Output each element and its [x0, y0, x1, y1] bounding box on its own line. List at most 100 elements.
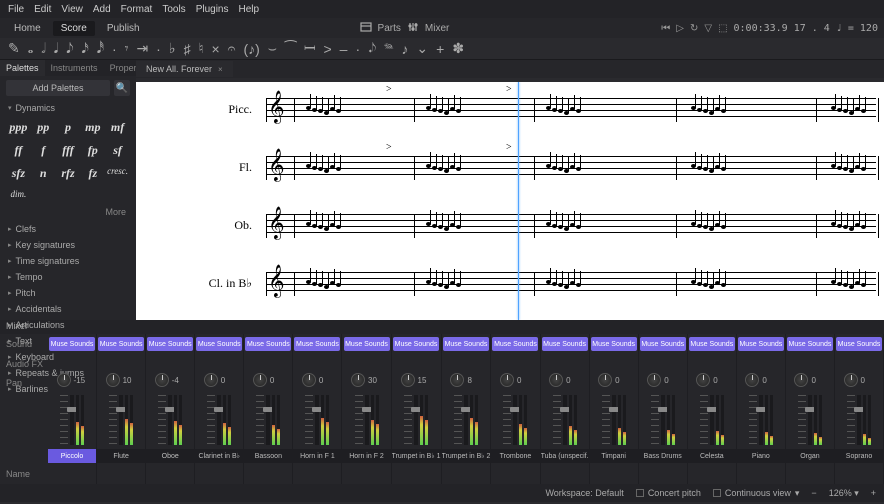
fader[interactable] — [414, 395, 418, 445]
sound-slot[interactable]: Muse Sounds — [542, 337, 588, 351]
dot-icon[interactable]: · — [156, 41, 161, 57]
strip-name[interactable]: Trumpet in B♭ 2 — [442, 449, 491, 463]
sound-slot[interactable]: Muse Sounds — [245, 337, 291, 351]
staff-row[interactable]: Picc.𝄞>> — [136, 88, 884, 132]
note-eighth[interactable]: 𝅘𝅥𝅮 — [66, 40, 73, 57]
strip-name[interactable]: Tuba (unspecif. — [541, 449, 589, 463]
pan-control[interactable]: 0 — [696, 369, 727, 391]
note-group[interactable] — [691, 210, 726, 242]
sound-slot[interactable]: Muse Sounds — [196, 337, 242, 351]
dyn-fff[interactable]: fff — [56, 139, 81, 162]
palette-dynamics[interactable]: Dynamics — [0, 100, 136, 116]
strip-name[interactable]: Bass Drums — [639, 449, 687, 463]
voice-icon[interactable]: ♪ — [401, 41, 408, 57]
pan-knob[interactable] — [647, 373, 661, 387]
dyn-p[interactable]: p — [56, 116, 81, 139]
record-icon[interactable]: ⬚ — [718, 23, 727, 34]
strip-name[interactable]: Soprano — [835, 449, 883, 463]
dyn-ppp[interactable]: ppp — [6, 116, 31, 139]
mixer-button[interactable]: Mixer — [425, 23, 449, 34]
fader[interactable] — [710, 395, 714, 445]
note-group[interactable] — [546, 94, 581, 126]
sound-slot[interactable]: Muse Sounds — [344, 337, 390, 351]
fader[interactable] — [217, 395, 221, 445]
pan-control[interactable]: 0 — [844, 369, 875, 391]
palette-timesig[interactable]: Time signatures — [0, 253, 136, 269]
dyn-rfz[interactable]: rfz — [56, 162, 81, 185]
pan-knob[interactable] — [351, 373, 365, 387]
strip-name[interactable]: Organ — [786, 449, 834, 463]
note-group[interactable] — [691, 94, 726, 126]
pan-knob[interactable] — [450, 373, 464, 387]
pan-control[interactable]: 0 — [549, 369, 580, 391]
close-icon[interactable]: × — [218, 65, 223, 74]
pan-knob[interactable] — [57, 373, 71, 387]
palette-accidentals[interactable]: Accidentals — [0, 301, 136, 317]
strip-name[interactable]: Trumpet in B♭ 1 — [392, 449, 441, 463]
rest[interactable]: 𝄾 — [125, 40, 129, 57]
note-group[interactable] — [831, 94, 866, 126]
strip-name[interactable]: Bassoon — [244, 449, 292, 463]
pan-knob[interactable] — [549, 373, 563, 387]
sound-slot[interactable]: Muse Sounds — [738, 337, 784, 351]
grace-icon[interactable]: (♪) — [243, 41, 259, 57]
dyn-cresc[interactable]: cresc. — [105, 162, 130, 185]
note-group[interactable] — [306, 152, 341, 184]
rewind-icon[interactable]: ⏮ — [661, 23, 670, 34]
fader[interactable] — [759, 395, 763, 445]
dyn-pp[interactable]: pp — [31, 116, 56, 139]
score-tab[interactable]: New All. Forever × — [136, 61, 233, 77]
pan-knob[interactable] — [253, 373, 267, 387]
sound-slot[interactable]: Muse Sounds — [492, 337, 538, 351]
dyn-f[interactable]: f — [31, 139, 56, 162]
note-group[interactable] — [546, 210, 581, 242]
add-palettes-button[interactable]: Add Palettes — [6, 80, 110, 96]
strip-name[interactable]: Trombone — [491, 449, 539, 463]
note-dot[interactable]: · — [112, 41, 117, 57]
tool-pencil[interactable]: ✎ — [8, 40, 20, 57]
palette-pitch[interactable]: Pitch — [0, 285, 136, 301]
fader[interactable] — [464, 395, 468, 445]
pan-knob[interactable] — [204, 373, 218, 387]
zoom-out-icon[interactable]: − — [811, 488, 816, 498]
staccato-icon[interactable]: · — [355, 41, 360, 57]
sound-slot[interactable]: Muse Sounds — [443, 337, 489, 351]
dyn-dim[interactable]: dim. — [6, 185, 31, 203]
note-whole[interactable]: 𝅝 — [28, 40, 34, 57]
dyn-n[interactable]: n — [31, 162, 56, 185]
fader[interactable] — [70, 395, 74, 445]
sharp-icon[interactable]: ♯ — [183, 41, 190, 57]
note-group[interactable] — [306, 268, 341, 300]
note-group[interactable] — [426, 210, 461, 242]
dynamics-more[interactable]: More — [0, 207, 136, 221]
sound-slot[interactable]: Muse Sounds — [147, 337, 193, 351]
natural-icon[interactable]: ♮ — [198, 40, 203, 57]
fader[interactable] — [808, 395, 812, 445]
pan-control[interactable]: 0 — [598, 369, 629, 391]
zoom-level[interactable]: 126% ▾ — [829, 488, 859, 499]
pan-control[interactable]: 0 — [302, 369, 333, 391]
fader[interactable] — [612, 395, 616, 445]
tab-palettes[interactable]: Palettes — [0, 60, 45, 76]
score[interactable]: Picc.𝄞>>Fl.𝄞>>Ob.𝄞Cl. in B♭𝄞 — [136, 82, 884, 320]
pan-control[interactable]: 0 — [745, 369, 776, 391]
mode-home[interactable]: Home — [6, 21, 49, 36]
strip-name[interactable]: Clarinet in B♭ — [195, 449, 243, 463]
pan-control[interactable]: 0 — [647, 369, 678, 391]
dyn-fp[interactable]: fp — [80, 139, 105, 162]
flat-icon[interactable]: ♭ — [169, 40, 176, 57]
note-group[interactable] — [691, 152, 726, 184]
note-thirtysecond[interactable]: 𝅘𝅥𝅰 — [97, 40, 104, 57]
note-sixteenth[interactable]: 𝅘𝅥𝅯 — [81, 40, 88, 57]
menu-edit[interactable]: Edit — [34, 4, 51, 15]
pan-control[interactable]: 15 — [401, 369, 432, 391]
dyn-ff[interactable]: ff — [6, 139, 31, 162]
pan-control[interactable]: -4 — [155, 369, 186, 391]
pan-control[interactable]: 0 — [794, 369, 825, 391]
tremolo-icon[interactable]: 𝄩 — [304, 40, 315, 57]
sound-slot[interactable]: Muse Sounds — [591, 337, 637, 351]
pan-knob[interactable] — [401, 373, 415, 387]
tie-icon[interactable]: ⇥ — [136, 40, 148, 57]
note-quarter[interactable]: 𝅘𝅥 — [54, 40, 58, 57]
note-group[interactable] — [426, 94, 461, 126]
